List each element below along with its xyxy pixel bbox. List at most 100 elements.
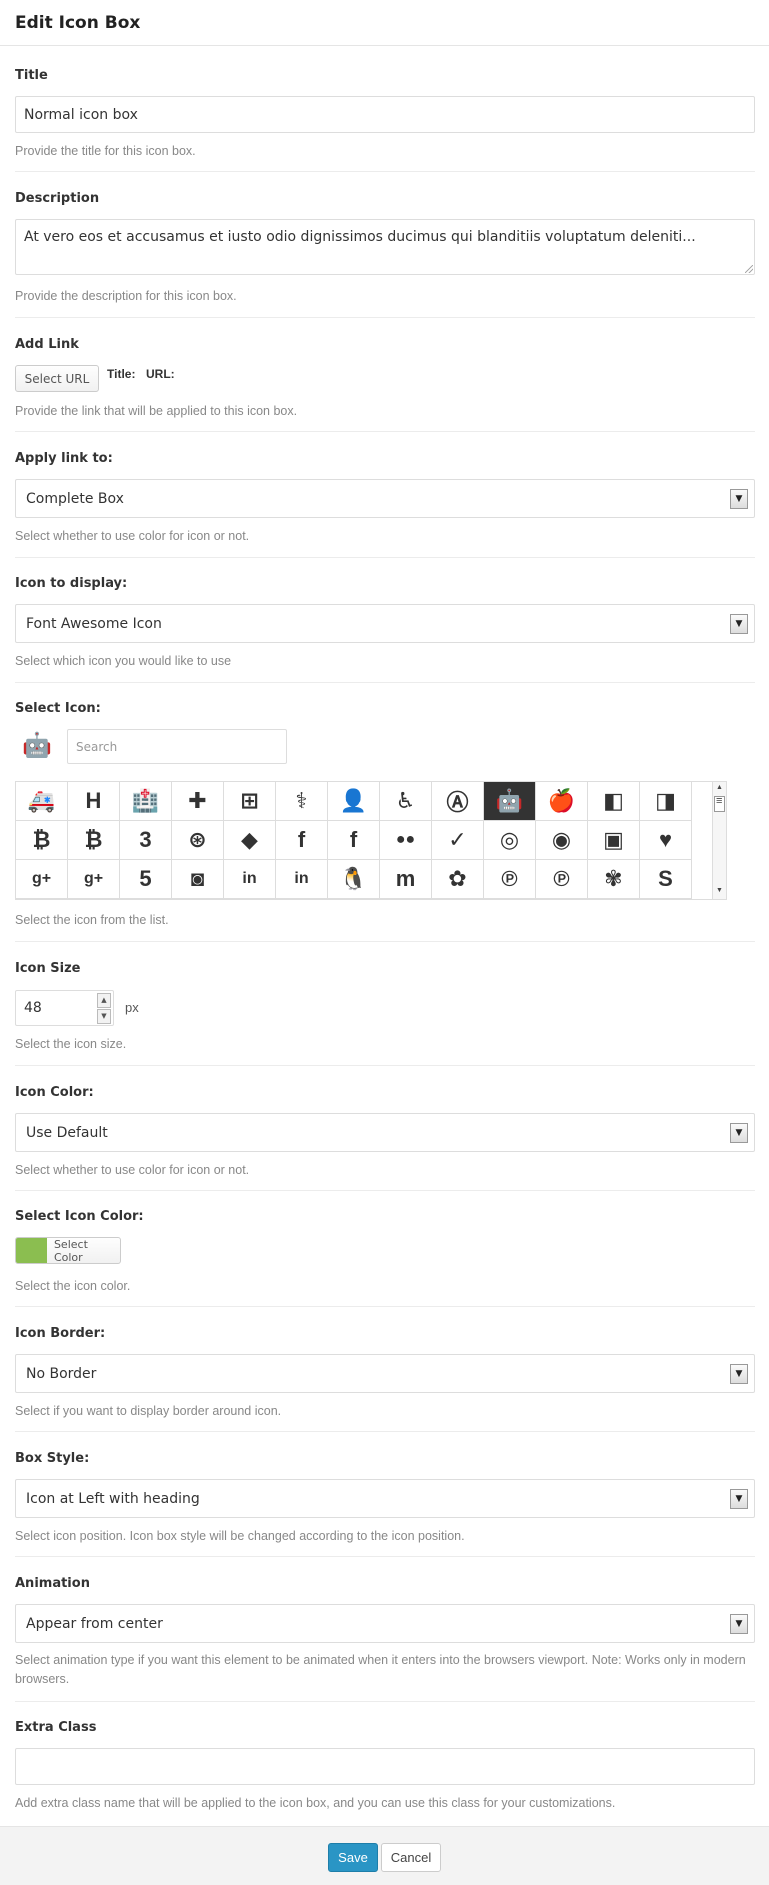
increment-icon[interactable]: ▲ xyxy=(97,993,111,1008)
divider xyxy=(15,941,755,942)
dribbble-icon[interactable]: ⊛ xyxy=(172,821,224,860)
bitbucket-icon[interactable]: ◧ xyxy=(588,782,640,821)
bitbucket-square-icon[interactable]: ◨ xyxy=(640,782,692,821)
github-square-icon[interactable]: ▣ xyxy=(588,821,640,860)
title-input[interactable]: Normal icon box xyxy=(15,96,755,133)
linux-icon[interactable]: 🐧 xyxy=(328,860,380,899)
facebook-icon[interactable]: f xyxy=(276,821,328,860)
scroll-thumb[interactable] xyxy=(714,795,725,812)
divider xyxy=(15,1065,755,1066)
html5-icon[interactable]: 5 xyxy=(120,860,172,899)
save-button[interactable]: Save xyxy=(328,1843,378,1872)
plus-square-icon[interactable]: ⊞ xyxy=(224,782,276,821)
description-textarea[interactable]: At vero eos et accusamus et iusto odio d… xyxy=(15,219,755,275)
icon-list-scrollbar[interactable]: ▲ ▼ xyxy=(712,781,727,900)
decrement-icon[interactable]: ▼ xyxy=(97,1009,111,1024)
icon-size-label: Icon Size xyxy=(15,961,81,976)
chevron-down-icon[interactable]: ▼ xyxy=(730,1489,748,1509)
animation-help: Select animation type if you want this e… xyxy=(15,1653,746,1686)
apply-link-select[interactable]: Complete Box ▼ xyxy=(15,479,755,518)
android-icon[interactable]: 🤖 xyxy=(484,782,536,821)
icon-border-select[interactable]: No Border ▼ xyxy=(15,1354,755,1393)
box-style-select[interactable]: Icon at Left with heading ▼ xyxy=(15,1479,755,1518)
wheelchair-icon[interactable]: ♿ xyxy=(380,782,432,821)
hospital-icon[interactable]: 🏥 xyxy=(120,782,172,821)
extra-class-label: Extra Class xyxy=(15,1720,97,1735)
linkedin-square-icon[interactable]: in xyxy=(276,860,328,899)
linkedin-icon[interactable]: in xyxy=(224,860,276,899)
stethoscope-icon[interactable]: ⚕ xyxy=(276,782,328,821)
scroll-up-icon[interactable]: ▲ xyxy=(713,784,726,794)
instagram-icon[interactable]: ◙ xyxy=(172,860,224,899)
chevron-down-icon[interactable]: ▼ xyxy=(730,614,748,634)
divider xyxy=(15,171,755,172)
maxcdn-icon[interactable]: m xyxy=(380,860,432,899)
foursquare-icon[interactable]: ✓ xyxy=(432,821,484,860)
icon-border-value: No Border xyxy=(26,1365,97,1382)
animation-label: Animation xyxy=(15,1576,90,1591)
css3-icon[interactable]: 3 xyxy=(120,821,172,860)
dropbox-icon[interactable]: ◆ xyxy=(224,821,276,860)
pinterest-icon[interactable]: ℗ xyxy=(484,860,536,899)
icon-size-help: Select the icon size. xyxy=(15,1037,127,1051)
chevron-down-icon[interactable]: ▼ xyxy=(730,1614,748,1634)
scroll-down-icon[interactable]: ▼ xyxy=(713,887,726,897)
box-style-value: Icon at Left with heading xyxy=(26,1490,200,1507)
adn-icon[interactable]: Ⓐ xyxy=(432,782,484,821)
divider xyxy=(15,1556,755,1557)
icon-display-help: Select which icon you would like to use xyxy=(15,654,232,668)
user-md-icon[interactable]: 👤 xyxy=(328,782,380,821)
icon-display-select[interactable]: Font Awesome Icon ▼ xyxy=(15,604,755,643)
icon-color-select[interactable]: Use Default ▼ xyxy=(15,1113,755,1152)
title-label: Title xyxy=(15,68,48,83)
github-icon[interactable]: ◎ xyxy=(484,821,536,860)
btc-icon[interactable]: ₿ xyxy=(68,821,120,860)
icon-border-help: Select if you want to display border aro… xyxy=(15,1404,282,1418)
apple-icon[interactable]: 🍎 xyxy=(536,782,588,821)
select-icon-help: Select the icon from the list. xyxy=(15,913,169,927)
renren-icon[interactable]: ✾ xyxy=(588,860,640,899)
medkit-icon[interactable]: ✚ xyxy=(172,782,224,821)
divider xyxy=(15,1306,755,1307)
icon-color-help: Select whether to use color for icon or … xyxy=(15,1163,250,1177)
divider xyxy=(15,317,755,318)
apply-link-help: Select whether to use color for icon or … xyxy=(15,529,250,543)
link-url-label: URL: xyxy=(146,367,175,381)
animation-select[interactable]: Appear from center ▼ xyxy=(15,1604,755,1643)
chevron-down-icon[interactable]: ▼ xyxy=(730,489,748,509)
gittip-icon[interactable]: ♥ xyxy=(640,821,692,860)
google-plus-square-icon[interactable]: g+ xyxy=(68,860,120,899)
add-link-label: Add Link xyxy=(15,337,79,352)
dialog-header: Edit Icon Box xyxy=(0,0,769,46)
icon-search-input[interactable]: Search xyxy=(67,729,287,764)
extra-class-input[interactable] xyxy=(15,1748,755,1785)
icon-display-label: Icon to display: xyxy=(15,576,128,591)
icon-size-unit: px xyxy=(125,1000,139,1015)
resize-handle-icon[interactable] xyxy=(745,265,753,273)
bitcoin-icon[interactable]: ₿ xyxy=(16,821,68,860)
github-alt-icon[interactable]: ◉ xyxy=(536,821,588,860)
h-square-icon[interactable]: H xyxy=(68,782,120,821)
icon-color-label: Icon Color: xyxy=(15,1085,94,1100)
color-picker-button[interactable]: Select Color xyxy=(15,1237,121,1264)
pinterest-square-icon[interactable]: ℗ xyxy=(536,860,588,899)
chevron-down-icon[interactable]: ▼ xyxy=(730,1123,748,1143)
ambulance-icon[interactable]: 🚑 xyxy=(16,782,68,821)
icon-list: 🚑 H 🏥 ✚ ⊞ ⚕ 👤 ♿ Ⓐ 🤖 🍎 ◧ ◨ ₿ ₿ 3 ⊛ ◆ f f ●● ✓ ◎ ◉ ▣ ♥ g+ g+ 5 ◙ in in 🐧 m ✿… xyxy=(15,781,727,900)
add-link-help: Provide the link that will be applied to… xyxy=(15,404,298,418)
cancel-button[interactable]: Cancel xyxy=(381,1843,441,1872)
chevron-down-icon[interactable]: ▼ xyxy=(730,1364,748,1384)
flickr-icon[interactable]: ●● xyxy=(380,821,432,860)
description-help: Provide the description for this icon bo… xyxy=(15,289,237,303)
facebook-square-icon[interactable]: f xyxy=(328,821,380,860)
skype-icon[interactable]: S xyxy=(640,860,692,899)
pagelines-icon[interactable]: ✿ xyxy=(432,860,484,899)
icon-size-stepper[interactable]: 48 ▲ ▼ xyxy=(15,990,114,1026)
box-style-help: Select icon position. Icon box style wil… xyxy=(15,1529,465,1543)
select-url-button[interactable]: Select URL xyxy=(15,365,99,392)
divider xyxy=(15,1701,755,1702)
box-style-label: Box Style: xyxy=(15,1451,90,1466)
google-plus-icon[interactable]: g+ xyxy=(16,860,68,899)
extra-class-help: Add extra class name that will be applie… xyxy=(15,1796,616,1810)
android-icon: 🤖 xyxy=(22,732,52,759)
